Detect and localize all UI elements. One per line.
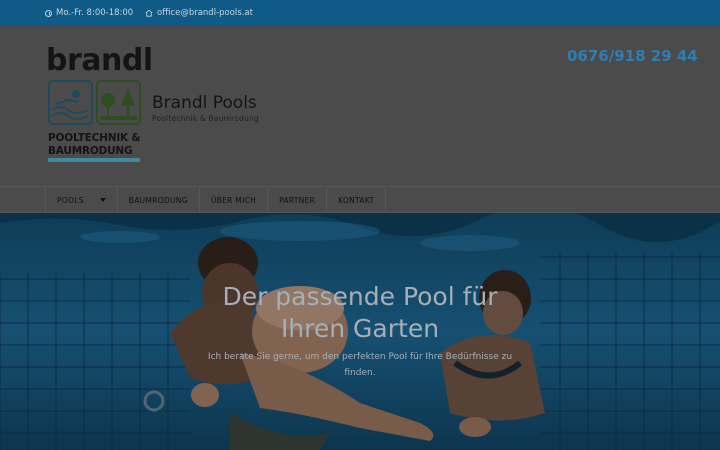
hero-title-line-1: Der passende Pool für bbox=[222, 282, 498, 311]
logo-line-2: BAUMRODUNG bbox=[48, 145, 133, 157]
hero-title: Der passende Pool für Ihren Garten bbox=[160, 281, 560, 345]
nav-item-baumrodung[interactable]: BAUMRODUNG bbox=[118, 187, 200, 213]
top-info-bar: Mo.-Fr. 8:00-18:00 office@brandl-pools.a… bbox=[0, 0, 720, 26]
brand-logo[interactable]: brandl POOLTECHNIK & BAUMRODUNG bbox=[46, 46, 153, 166]
logo-wordmark: brandl bbox=[46, 43, 153, 78]
logo-line-1: POOLTECHNIK & bbox=[48, 132, 141, 144]
email-contact[interactable]: office@brandl-pools.at bbox=[145, 8, 253, 18]
site-title[interactable]: Brandl Pools bbox=[152, 93, 257, 113]
nav-menu: POOLS BAUMRODUNG ÜBER MICH PARTNER KONTA… bbox=[45, 187, 387, 213]
nav-item-label: KONTAKT bbox=[338, 195, 375, 205]
nav-item-label: POOLS bbox=[57, 195, 84, 205]
nav-item-partner[interactable]: PARTNER bbox=[268, 187, 328, 213]
site-tagline: Pooltechnik & Baumrodung bbox=[152, 114, 259, 123]
nav-item-pools[interactable]: POOLS bbox=[46, 187, 118, 213]
hero-subtitle-line-1: Ich berate Sie gerne, um den perfekten P… bbox=[207, 352, 513, 362]
hero-title-line-2: Ihren Garten bbox=[280, 314, 440, 343]
main-navigation: POOLS BAUMRODUNG ÜBER MICH PARTNER KONTA… bbox=[0, 186, 720, 213]
chevron-down-icon[interactable] bbox=[99, 198, 106, 202]
email-link[interactable]: office@brandl-pools.at bbox=[157, 8, 253, 18]
page: Mo.-Fr. 8:00-18:00 office@brandl-pools.a… bbox=[0, 0, 720, 450]
nav-item-ueber-mich[interactable]: ÜBER MICH bbox=[200, 187, 269, 213]
logo-emblem bbox=[48, 80, 141, 125]
opening-hours-text: Mo.-Fr. 8:00-18:00 bbox=[56, 8, 134, 18]
nav-item-label: BAUMRODUNG bbox=[128, 195, 188, 205]
hero-subtitle-line-2: finden. bbox=[344, 368, 376, 378]
nav-item-kontakt[interactable]: KONTAKT bbox=[327, 187, 387, 213]
phone-number[interactable]: 0676/918 29 44 bbox=[567, 47, 698, 65]
logo-underline bbox=[48, 158, 140, 162]
nav-item-label: PARTNER bbox=[279, 195, 316, 205]
hero-subtitle: Ich berate Sie gerne, um den perfekten P… bbox=[190, 349, 530, 381]
site-header: brandl POOLTECHNIK & BAUMRODUNG Brandl P… bbox=[0, 26, 720, 186]
clock-icon bbox=[45, 9, 52, 17]
opening-hours: Mo.-Fr. 8:00-18:00 bbox=[45, 8, 133, 18]
home-icon bbox=[145, 9, 153, 17]
nav-item-label: ÜBER MICH bbox=[210, 195, 257, 205]
hero-banner: Der passende Pool für Ihren Garten Ich b… bbox=[0, 213, 720, 450]
